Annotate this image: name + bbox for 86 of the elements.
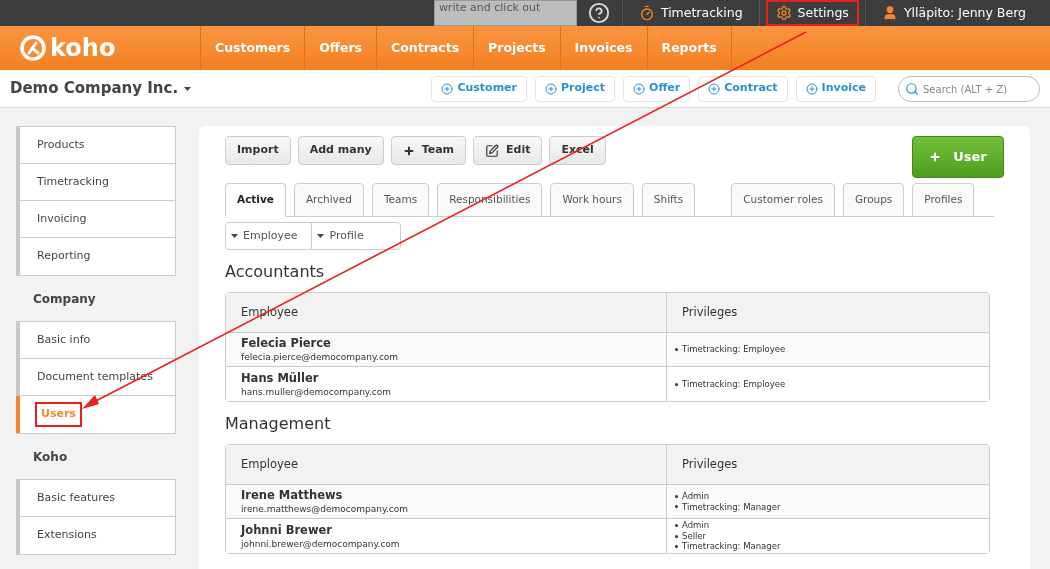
sidebar-heading: Company [32, 290, 97, 308]
quick-add-button[interactable]: Contract [698, 75, 788, 102]
column-header: Privileges [682, 455, 738, 473]
quick-add-button[interactable]: Project [535, 75, 616, 102]
tab[interactable]: Groups [842, 183, 905, 217]
toolbar-button[interactable]: Team [390, 136, 467, 165]
bullet-icon [675, 505, 678, 509]
group-title: Accountants [225, 261, 326, 283]
sidebar-item[interactable]: Invoicing [16, 201, 175, 238]
plus-circle-icon [633, 82, 646, 95]
sidebar-item-label: Extensions [37, 527, 97, 544]
bullet-icon [675, 348, 678, 351]
employee-email: hans.muller@democompany.com [241, 385, 392, 398]
bullet-icon [675, 534, 678, 538]
tab[interactable]: Work hours [550, 183, 634, 217]
plus-icon [929, 151, 942, 163]
sidebar-item-label: Basic features [37, 489, 116, 506]
privilege-item: Timetracking: Manager [675, 501, 981, 512]
bullet-icon [675, 494, 678, 498]
filter-dropdown[interactable]: Employee [226, 223, 313, 249]
column-header: Privileges [682, 303, 738, 321]
tab[interactable]: Teams [371, 183, 430, 217]
top-link[interactable]: Ylläpito: Jenny Berg [873, 2, 1034, 24]
sidebar-item[interactable]: Basic features [16, 480, 175, 517]
sidebar-item-label: Timetracking [37, 173, 109, 190]
quick-add-button[interactable]: Customer [431, 75, 527, 102]
privilege-item: Timetracking: Manager [675, 541, 981, 552]
plus-circle-icon [805, 82, 818, 95]
caret-icon [317, 234, 325, 238]
plus-circle-icon [545, 82, 557, 95]
sidebar-item[interactable]: Reporting [16, 238, 175, 275]
privilege-item: Timetracking: Employee [675, 344, 981, 355]
tab[interactable]: Shifts [641, 183, 696, 217]
plus-circle-icon [441, 82, 454, 95]
sidebar-item-label: Users [37, 404, 80, 425]
privilege-item: Admin [675, 520, 981, 531]
plus-icon [402, 144, 415, 157]
bullet-icon [675, 524, 678, 527]
bullet-icon [675, 545, 678, 548]
group-title: Management [225, 413, 332, 435]
privilege-item: Timetracking: Employee [675, 378, 981, 390]
tab[interactable]: Profiles [912, 183, 975, 217]
sidebar-item-label: Reporting [37, 248, 91, 265]
top-link[interactable]: Settings [767, 2, 857, 24]
sidebar-item[interactable]: Basic info [16, 322, 175, 359]
sidebar-item-label: Invoicing [37, 210, 87, 227]
company-selector[interactable]: Demo Company Inc. [10, 77, 192, 100]
tab[interactable]: Archived [293, 183, 364, 217]
employee-name: Johnni Brewer [241, 522, 334, 538]
stopwatch-icon [638, 5, 655, 21]
toolbar-button[interactable]: Edit [473, 136, 543, 165]
edit-icon [485, 143, 500, 158]
sidebar-item[interactable]: Timetracking [16, 164, 175, 201]
quick-add-button[interactable]: Offer [623, 75, 691, 102]
employee-name: Hans Müller [241, 370, 320, 386]
employee-name: Felecia Pierce [241, 336, 332, 351]
help-icon[interactable] [588, 2, 611, 24]
sidebar-item[interactable]: Extensions [16, 517, 175, 554]
quick-add-button[interactable]: Invoice [795, 75, 876, 102]
tab[interactable]: Active [225, 183, 286, 217]
sidebar-item-label: Basic info [37, 331, 91, 348]
logo-icon [20, 35, 46, 61]
toolbar-button[interactable]: Add many [297, 136, 384, 165]
privilege-item: Seller [675, 530, 981, 542]
employee-email: johnni.brewer@democompany.com [241, 537, 401, 550]
caret-icon [184, 86, 192, 91]
employee-email: irene.matthews@democompany.com [241, 503, 410, 515]
employee-email: felecia.pierce@democompany.com [241, 351, 400, 363]
caret-icon [231, 234, 238, 238]
plus-circle-icon [708, 82, 721, 95]
sidebar-item-label: Products [37, 136, 85, 153]
top-link[interactable]: Timetracking [630, 2, 751, 24]
tab[interactable]: Customer roles [731, 183, 835, 217]
employee-name: Irene Matthews [241, 488, 344, 503]
note-field[interactable]: write and click out [433, 0, 577, 26]
toolbar-button[interactable]: Import [225, 136, 291, 165]
column-header: Employee [241, 455, 298, 473]
settings-icon [775, 5, 792, 21]
bullet-icon [675, 382, 678, 386]
sidebar-heading: Koho [32, 448, 69, 466]
search-field[interactable]: Search (ALT + Z) [898, 76, 1040, 102]
filter-dropdown[interactable]: Profile [312, 223, 400, 249]
privilege-item: Admin [675, 491, 981, 502]
sidebar-item[interactable]: Products [16, 127, 175, 164]
search-icon [905, 81, 919, 96]
logo-text: koho [50, 36, 116, 60]
